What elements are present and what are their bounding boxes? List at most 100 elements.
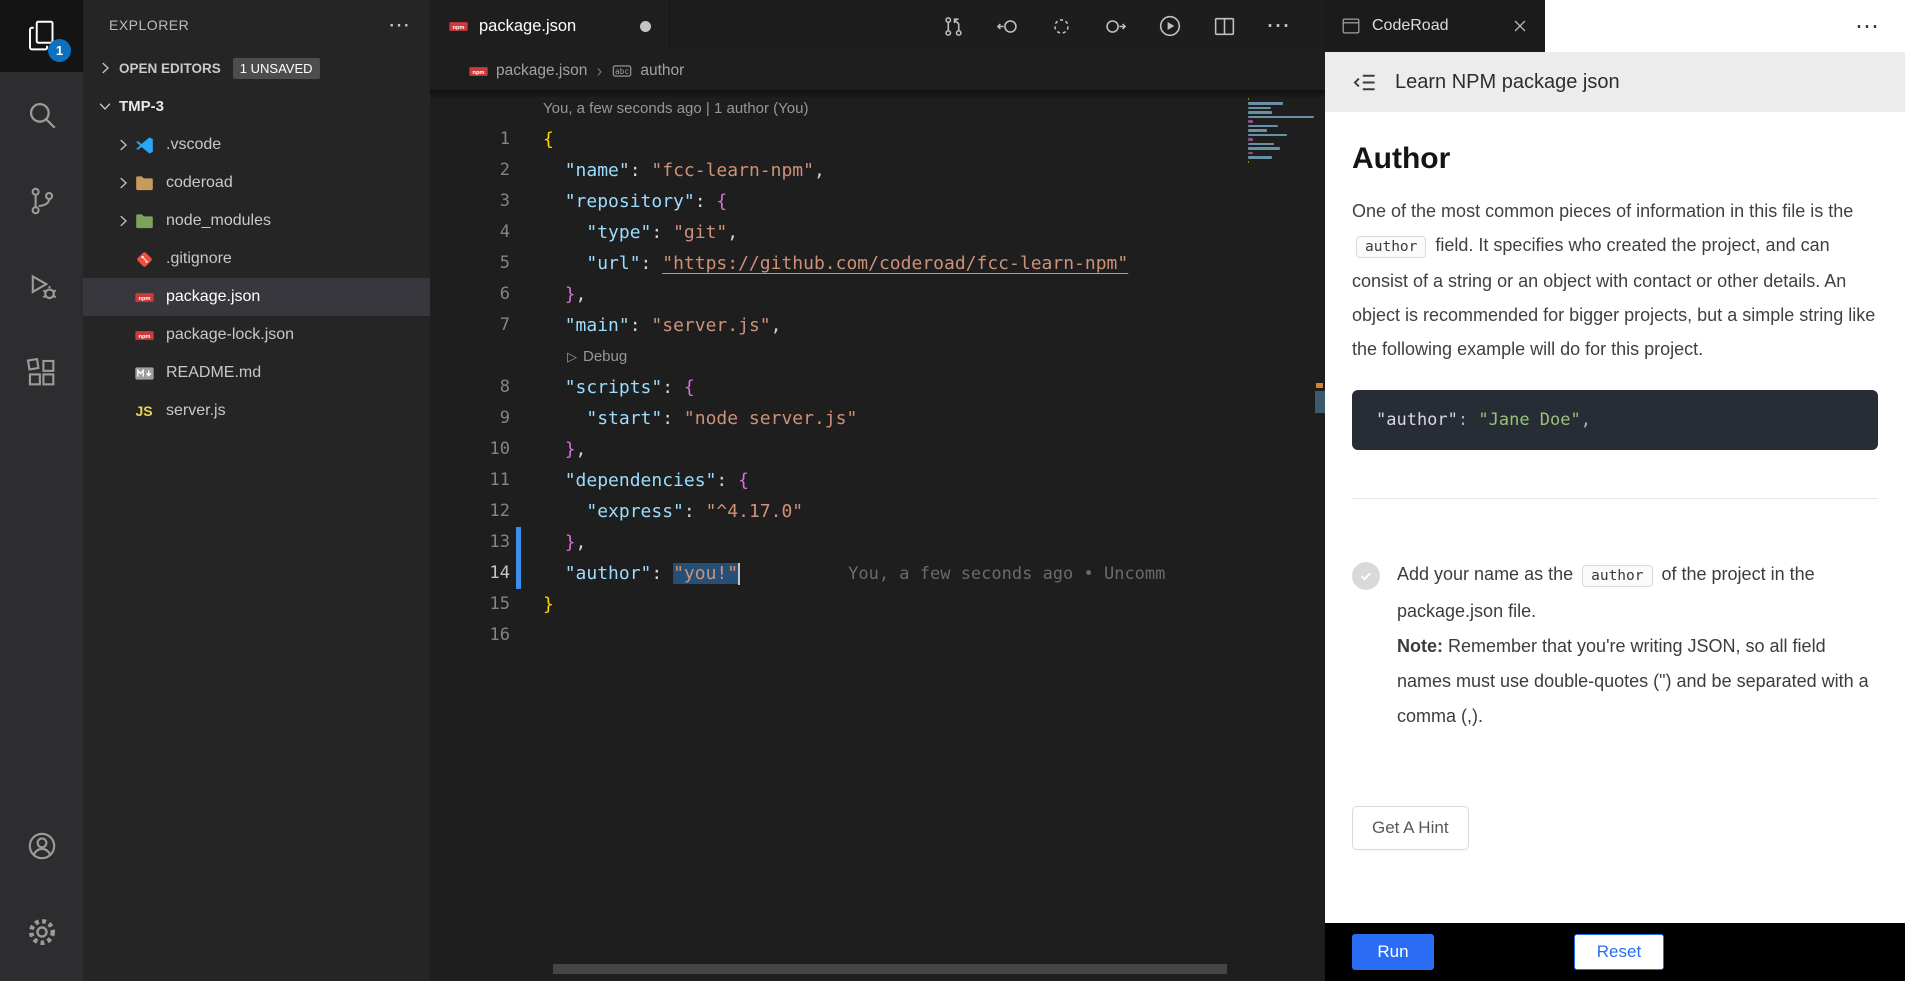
- file-tree-item--vscode[interactable]: .vscode: [83, 126, 430, 164]
- code-line-5[interactable]: 5 "url": "https://github.com/coderoad/fc…: [430, 248, 1325, 279]
- line-number: 2: [430, 155, 510, 186]
- line-number: 5: [430, 248, 510, 279]
- code-line-4[interactable]: 4 "type": "git",: [430, 217, 1325, 248]
- code-editor[interactable]: You, a few seconds ago | 1 author (You)1…: [430, 90, 1325, 981]
- code-line-11[interactable]: 11 "dependencies": {: [430, 465, 1325, 496]
- code-line-9[interactable]: 9 "start": "node server.js": [430, 403, 1325, 434]
- lesson-intro: One of the most common pieces of informa…: [1352, 194, 1878, 366]
- reset-button[interactable]: Reset: [1574, 934, 1664, 970]
- tab-package-json[interactable]: npm package.json: [430, 0, 670, 52]
- breadcrumb-item-package-json[interactable]: npm package.json: [468, 61, 587, 82]
- coderoad-panel: CodeRoad ⋯ Learn NPM package json Author…: [1325, 0, 1905, 981]
- file-tree-item-server-js[interactable]: JSserver.js: [83, 392, 430, 430]
- extensions-icon: [25, 356, 59, 390]
- activity-bar-settings[interactable]: [0, 889, 83, 975]
- search-icon: [25, 98, 59, 132]
- workspace-root[interactable]: TMP-3: [83, 86, 430, 126]
- activity-bar-source-control[interactable]: [0, 158, 83, 244]
- lesson-header: Learn NPM package json: [1325, 52, 1905, 112]
- code-line-12[interactable]: 12 "express": "^4.17.0": [430, 496, 1325, 527]
- codelens-authors[interactable]: You, a few seconds ago | 1 author (You): [430, 93, 1325, 124]
- line-number: 13: [430, 527, 510, 558]
- markdown-icon: [133, 362, 155, 384]
- lesson-header-title: Learn NPM package json: [1395, 71, 1620, 94]
- npm-icon: npm: [133, 324, 155, 346]
- line-number: 9: [430, 403, 510, 434]
- line-number: 10: [430, 434, 510, 465]
- minimap-line: [1248, 120, 1253, 123]
- file-tree: .vscodecoderoadnode_modules.gitignorenpm…: [83, 126, 430, 430]
- breadcrumb-label: package.json: [496, 62, 587, 80]
- code-line-7[interactable]: 7 "main": "server.js",: [430, 310, 1325, 341]
- file-tree-item-node-modules[interactable]: node_modules: [83, 202, 430, 240]
- svg-text:npm: npm: [138, 333, 150, 339]
- previous-change-icon[interactable]: [995, 14, 1020, 39]
- svg-text:npm: npm: [473, 69, 485, 75]
- activity-bar-search[interactable]: [0, 72, 83, 158]
- chevron-right-icon: [95, 59, 115, 77]
- file-tree-item-readme-md[interactable]: README.md: [83, 354, 430, 392]
- code-line-15[interactable]: 15}: [430, 589, 1325, 620]
- panel-tab-label: CodeRoad: [1372, 17, 1449, 35]
- folder-icon: [133, 172, 155, 194]
- codelens-text: Debug: [583, 348, 627, 365]
- activity-bar-explorer[interactable]: 1: [0, 0, 83, 72]
- activity-bar-extensions[interactable]: [0, 330, 83, 416]
- vscode-icon: [133, 134, 155, 156]
- code-line-3[interactable]: 3 "repository": {: [430, 186, 1325, 217]
- file-tree-item-package-json[interactable]: npmpackage.json: [83, 278, 430, 316]
- tab-coderoad[interactable]: CodeRoad: [1325, 0, 1545, 52]
- file-name: package-lock.json: [166, 326, 294, 344]
- note-label: Note:: [1397, 636, 1443, 656]
- minimap-line: [1248, 129, 1267, 132]
- more-actions-icon[interactable]: ⋯: [388, 12, 410, 38]
- code-line-6[interactable]: 6 },: [430, 279, 1325, 310]
- open-editors-section[interactable]: OPEN EDITORS 1 UNSAVED: [83, 50, 430, 86]
- minimap-line: [1248, 152, 1253, 155]
- line-number: 3: [430, 186, 510, 217]
- menu-fold-icon[interactable]: [1351, 69, 1378, 96]
- split-editor-icon[interactable]: [1212, 14, 1237, 39]
- run-button[interactable]: Run: [1352, 934, 1434, 970]
- run-file-icon[interactable]: [1157, 13, 1183, 39]
- get-hint-button[interactable]: Get A Hint: [1352, 806, 1469, 850]
- activity-bar-run-and-debug[interactable]: [0, 244, 83, 330]
- code-line-16[interactable]: 16: [430, 620, 1325, 651]
- npm-icon: npm: [133, 286, 155, 308]
- more-actions-icon[interactable]: ⋯: [1855, 12, 1905, 41]
- chevron-down-icon: [95, 97, 115, 115]
- minimap[interactable]: [1240, 90, 1325, 981]
- git-graph-icon[interactable]: [941, 14, 966, 39]
- code-line-14[interactable]: 14 "author": "you!"You, a few seconds ag…: [430, 558, 1325, 589]
- horizontal-scrollbar[interactable]: [553, 964, 1227, 974]
- line-content: "repository": {: [543, 186, 727, 217]
- activity-bar-items: 1: [0, 0, 83, 416]
- next-change-icon[interactable]: [1103, 14, 1128, 39]
- activity-badge: 1: [48, 39, 71, 62]
- editor-group: npm package.json ⋯ npmpackage.json›abcau…: [430, 0, 1325, 981]
- activity-bar-accounts[interactable]: [0, 803, 83, 889]
- text-cursor: [738, 563, 740, 585]
- code-line-2[interactable]: 2 "name": "fcc-learn-npm",: [430, 155, 1325, 186]
- file-tree-item-package-lock-json[interactable]: npm package-lock.json: [83, 316, 430, 354]
- breadcrumb-item-author[interactable]: abcauthor: [611, 60, 684, 82]
- code-line-13[interactable]: 13 },: [430, 527, 1325, 558]
- close-icon[interactable]: [1510, 16, 1530, 36]
- js-icon: JS: [133, 400, 155, 422]
- line-content: },: [543, 434, 586, 465]
- open-changes-icon[interactable]: [1049, 14, 1074, 39]
- file-name: coderoad: [166, 174, 233, 192]
- codelens-debug[interactable]: ▷Debug: [430, 341, 1325, 372]
- chevron-right-icon: [113, 174, 133, 192]
- code-line-8[interactable]: 8 "scripts": {: [430, 372, 1325, 403]
- chevron-right-icon: [113, 212, 133, 230]
- modified-indicator[interactable]: [640, 21, 651, 32]
- task-description: Add your name as the author of the proje…: [1397, 557, 1878, 629]
- code-line-1[interactable]: 1{: [430, 124, 1325, 155]
- code-line-10[interactable]: 10 },: [430, 434, 1325, 465]
- inline-code: author: [1582, 565, 1652, 587]
- file-tree-item-coderoad[interactable]: coderoad: [83, 164, 430, 202]
- file-tree-item--gitignore[interactable]: .gitignore: [83, 240, 430, 278]
- more-actions-icon[interactable]: ⋯: [1266, 21, 1291, 31]
- line-number: 11: [430, 465, 510, 496]
